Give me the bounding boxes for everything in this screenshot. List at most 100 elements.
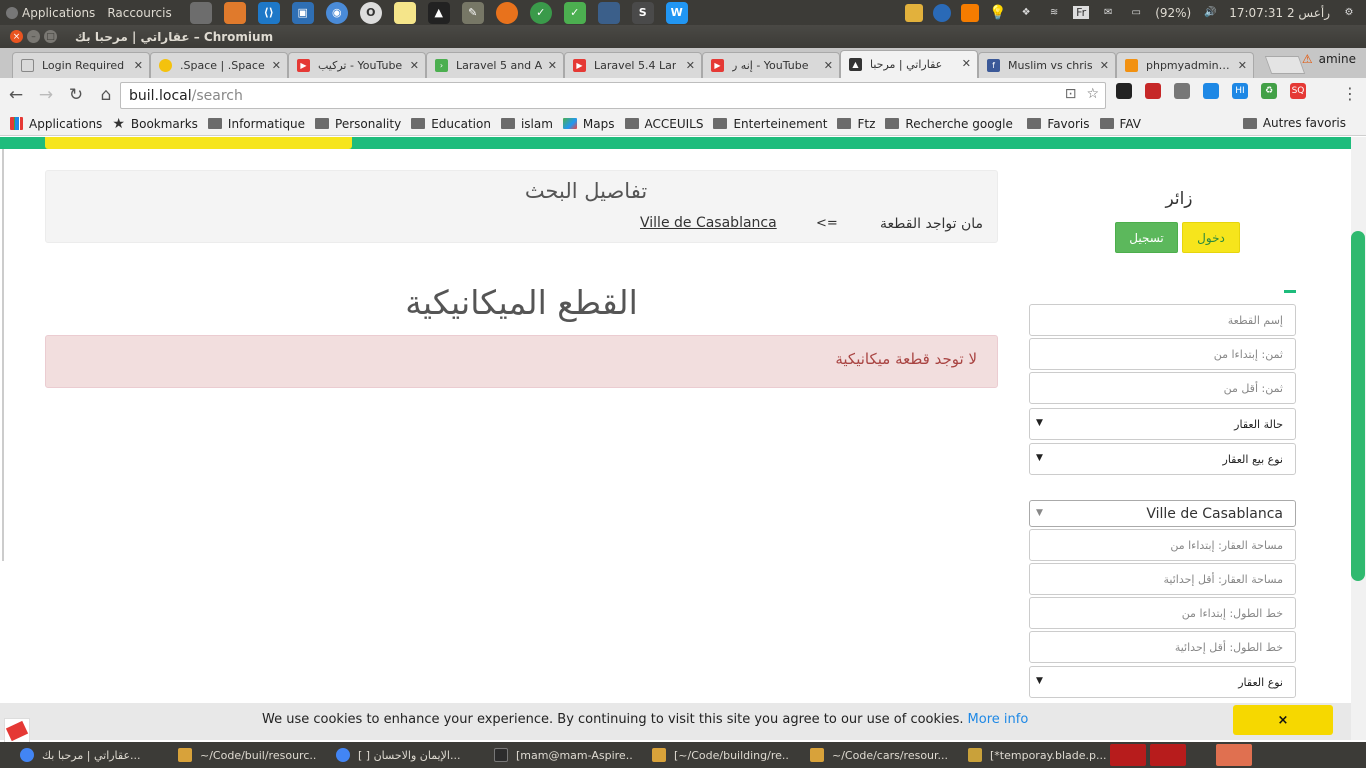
opera-icon[interactable]: O [359, 1, 382, 24]
area-from-input[interactable]: مساحة العقار: إبتداءا من [1029, 529, 1296, 561]
browser-menu-icon[interactable]: ⋮ [1342, 84, 1358, 103]
extension-4-icon[interactable] [1203, 83, 1219, 99]
filezilla-task-icon-2[interactable] [1150, 744, 1186, 766]
property-status-select[interactable]: حالة العقار ▼ [1029, 408, 1296, 440]
bookmark-recherche[interactable]: Recherche google a tr [885, 117, 1017, 131]
close-window-button[interactable]: × [10, 30, 23, 43]
bookmark-informatique[interactable]: Informatique [207, 117, 305, 131]
sale-type-select[interactable]: نوع بيع العقار ▼ [1029, 443, 1296, 475]
files-icon[interactable] [189, 1, 212, 24]
chromium-icon[interactable]: ◉ [325, 1, 348, 24]
bookmark-islam[interactable]: islam [500, 117, 553, 131]
tab-facebook[interactable]: f Muslim vs chris ✕ [978, 52, 1116, 78]
tray-app-icon[interactable] [905, 3, 924, 22]
longitude-to-input[interactable]: خط الطول: أقل إحدائية [1029, 631, 1296, 663]
close-icon[interactable]: ✕ [548, 59, 557, 72]
applications-menu[interactable]: Applications [22, 6, 95, 20]
price-from-input[interactable]: ثمن: إبتداءا من [1029, 338, 1296, 370]
gear-icon[interactable]: ⚙ [1340, 4, 1358, 22]
shield-icon[interactable] [1174, 83, 1190, 99]
tab-space[interactable]: .Space | .Space ✕ [150, 52, 288, 78]
other-bookmarks[interactable]: Autres favoris [1242, 116, 1346, 130]
location-city-link[interactable]: Ville de Casablanca [640, 215, 777, 231]
folder-icon[interactable] [223, 1, 246, 24]
close-icon[interactable]: ✕ [962, 57, 971, 70]
task-browser-2[interactable]: [ ] الإيمان والاحسان... [316, 742, 474, 768]
part-name-input[interactable]: إسم القطعة [1029, 304, 1296, 336]
reload-button[interactable]: ↻ [62, 81, 90, 109]
ubuntu-logo-icon[interactable] [6, 6, 18, 19]
forward-button[interactable]: → [32, 81, 60, 109]
bookmark-education[interactable]: Education [411, 117, 491, 131]
scrollbar-thumb[interactable] [1351, 231, 1365, 581]
bookmark-ftz[interactable]: Ftz [837, 117, 875, 131]
close-icon[interactable]: ✕ [410, 59, 419, 72]
task-editor-buil[interactable]: ~/Code/buil/resourc... [158, 742, 316, 768]
bookmark-maps[interactable]: Maps [562, 117, 615, 131]
area-to-input[interactable]: مساحة العقار: أقل إحدائية [1029, 563, 1296, 595]
minimize-window-button[interactable]: – [27, 30, 40, 43]
bookmark-enterteinement[interactable]: Enterteinement [713, 117, 827, 131]
sublime-icon[interactable]: S [631, 1, 654, 24]
translate-icon[interactable]: ⊡ [1065, 86, 1077, 102]
close-icon[interactable]: ✕ [1238, 59, 1247, 72]
sq-extension-icon[interactable]: SQ [1290, 83, 1306, 99]
extension-1-icon[interactable] [1116, 83, 1132, 99]
thunderbird-icon[interactable] [933, 3, 952, 22]
bookmark-star-icon[interactable]: ☆ [1086, 86, 1099, 102]
hi-extension-icon[interactable]: HI [1232, 83, 1248, 99]
battery-icon[interactable]: ▭ [1127, 4, 1145, 22]
tab-aqarati-active[interactable]: ▲ عقاراتي | مرحبا ✕ [840, 50, 978, 78]
close-icon[interactable]: ✕ [1100, 59, 1109, 72]
close-icon[interactable]: ✕ [272, 59, 281, 72]
task-editor-building[interactable]: [~/Code/building/re... [632, 742, 790, 768]
filezilla-task-icon[interactable] [1110, 744, 1146, 766]
lightbulb-icon[interactable]: 💡 [989, 4, 1007, 22]
tab-login-required[interactable]: Login Required ✕ [12, 52, 150, 78]
bookmark-favoris[interactable]: Favoris [1027, 117, 1090, 131]
chromium-task-icon[interactable] [1216, 744, 1252, 766]
home-button[interactable]: ⌂ [92, 81, 120, 109]
wps-icon[interactable]: W [665, 1, 688, 24]
bookmark-acceuils[interactable]: ACCEUILS [624, 117, 703, 131]
volume-icon[interactable]: 🔊 [1201, 4, 1219, 22]
firefox-icon[interactable] [495, 1, 518, 24]
vlc-icon[interactable] [961, 3, 980, 22]
close-icon[interactable]: ✕ [686, 59, 695, 72]
longitude-from-input[interactable]: خط الطول: إبتداءا من [1029, 597, 1296, 629]
wifi-icon[interactable]: ≋ [1045, 4, 1063, 22]
clock[interactable]: 17:07:31 2 رأعس [1229, 6, 1330, 20]
task-editor-cars[interactable]: ~/Code/cars/resour... [790, 742, 948, 768]
gimp-icon[interactable]: ✎ [461, 1, 484, 24]
back-button[interactable]: ← [2, 81, 30, 109]
cookie-dismiss-button[interactable]: × [1233, 705, 1333, 735]
shortcuts-menu[interactable]: Raccourcis [107, 6, 171, 20]
task-chromium[interactable]: عقاراتي | مرحبا بك... [0, 742, 158, 768]
tab-laravel-5[interactable]: › Laravel 5 and A ✕ [426, 52, 564, 78]
virtualbox-icon[interactable]: ▣ [291, 1, 314, 24]
city-select[interactable]: Ville de Casablanca ▼ [1029, 500, 1296, 527]
inkscape-icon[interactable]: ▲ [427, 1, 450, 24]
vscode-icon[interactable]: ⟨⟩ [257, 1, 280, 24]
recycle-icon[interactable]: ♻ [1261, 83, 1277, 99]
price-to-input[interactable]: ثمن: أقل من [1029, 372, 1296, 404]
tab-youtube-1[interactable]: ▶ تركيب - YouTube ✕ [288, 52, 426, 78]
bookmark-fav[interactable]: FAV [1099, 117, 1141, 131]
notes-icon[interactable] [393, 1, 416, 24]
checkmark-app-icon[interactable]: ✓ [529, 1, 552, 24]
dropbox-icon[interactable]: ❖ [1017, 4, 1035, 22]
profile-button[interactable]: ⚠ amine [1292, 48, 1366, 70]
bookmark-personality[interactable]: Personality [315, 117, 401, 131]
extension-2-icon[interactable] [1145, 83, 1161, 99]
task-terminal[interactable]: [mam@mam-Aspire... [474, 742, 632, 768]
property-type-select[interactable]: نوع العقار ▼ [1029, 666, 1296, 698]
tasks-icon[interactable]: ✓ [563, 1, 586, 24]
cookie-more-info-link[interactable]: More info [968, 712, 1029, 727]
task-temporay-blade[interactable]: [*temporay.blade.p... [948, 742, 1106, 768]
tab-youtube-2[interactable]: ▶ إنه ر - YouTube ✕ [702, 52, 840, 78]
register-button[interactable]: تسجيل [1115, 222, 1178, 253]
tab-laravel-54[interactable]: ▶ Laravel 5.4 Lar ✕ [564, 52, 702, 78]
tab-phpmyadmin[interactable]: phpmyadmin.loc ✕ [1116, 52, 1254, 78]
close-icon[interactable]: ✕ [824, 59, 833, 72]
bookmark-bookmarks[interactable]: ★ Bookmarks [112, 116, 198, 132]
